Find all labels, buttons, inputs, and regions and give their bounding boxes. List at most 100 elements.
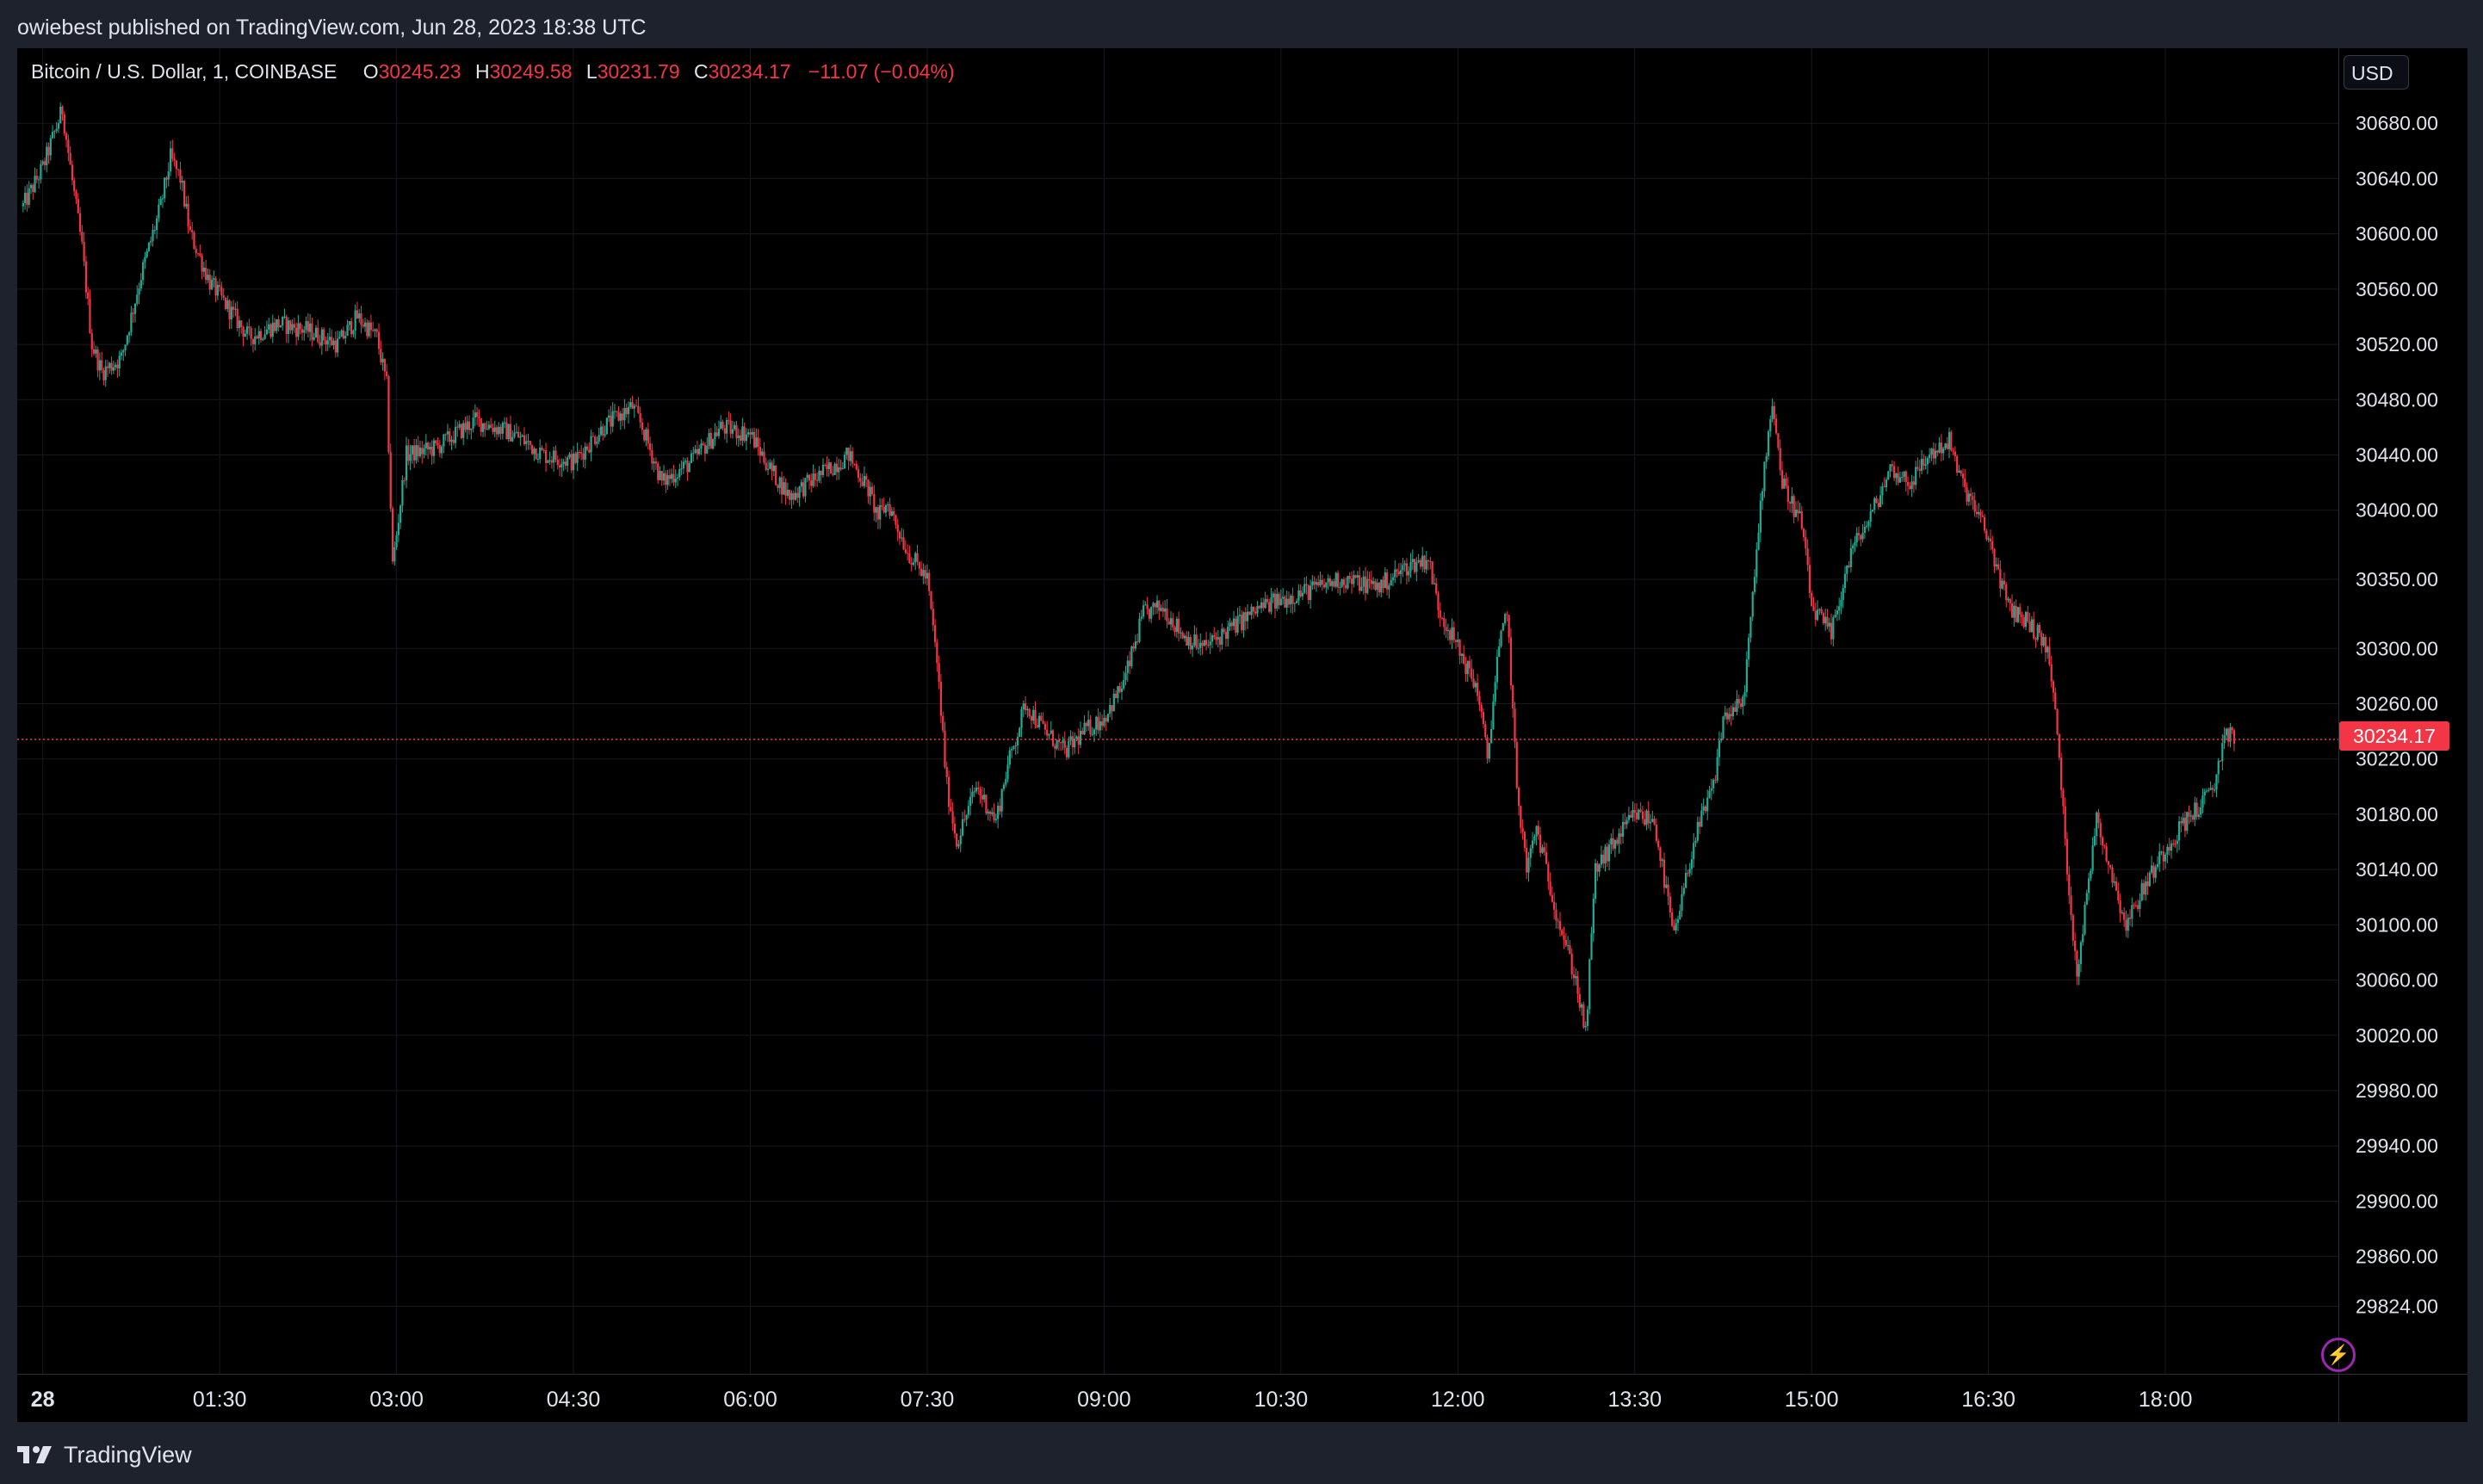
candle-body (1138, 618, 1141, 642)
candle-body (602, 426, 604, 436)
candle-body (476, 412, 479, 417)
currency-button[interactable]: USD (2344, 55, 2409, 90)
candle-body (1471, 668, 1473, 679)
candle-body (164, 177, 166, 199)
candle-body (654, 461, 658, 464)
candle-body (41, 161, 44, 164)
candle-body (309, 323, 312, 332)
candle-body (2027, 611, 2029, 622)
candle-body (29, 184, 33, 189)
candle-body (146, 250, 148, 257)
candle-body (901, 537, 903, 539)
candle-body (2156, 863, 2159, 868)
candle-body (2176, 840, 2178, 844)
candle-body (438, 445, 441, 454)
y-tick-label: 30560.00 (2356, 278, 2438, 300)
candle-body (1940, 442, 1942, 454)
candle-body (1753, 577, 1756, 592)
candle-body (507, 424, 510, 440)
candle-body (346, 325, 349, 337)
candle-body (456, 426, 459, 428)
candle-body (659, 470, 661, 480)
candle-body (2148, 872, 2151, 887)
candle-body (1569, 945, 1571, 954)
candle-body (798, 486, 801, 498)
candle-body (242, 327, 245, 337)
candle-body (1458, 640, 1461, 656)
candle-body (1708, 790, 1711, 798)
candle-body (1299, 590, 1302, 597)
candle-body (317, 327, 319, 343)
candle-body (2070, 895, 2072, 916)
candle-body (1748, 637, 1750, 660)
candle-body (1077, 736, 1080, 745)
candle-body (2170, 843, 2173, 851)
candle-body (1702, 806, 1705, 811)
symbol-name[interactable]: Bitcoin / U.S. Dollar, 1, COINBASE (31, 60, 337, 83)
candle-body (411, 445, 413, 454)
candlestick-chart[interactable]: 30680.00 30640.00 30600.00 30560.00 30520.00… (17, 48, 2468, 1422)
candle-body (812, 473, 814, 486)
x-tick-label: 01:30 (193, 1388, 247, 1412)
candle-body (1503, 614, 1507, 624)
candle-body (1193, 634, 1196, 646)
candle-body (1981, 515, 1984, 517)
candle-body (648, 443, 652, 450)
candle-body (24, 192, 27, 204)
candle-body (778, 477, 781, 488)
candle-body (1301, 592, 1304, 597)
candle-body (1651, 819, 1654, 822)
candle-body (735, 424, 738, 439)
lightning-icon[interactable]: ⚡ (2321, 1338, 2356, 1372)
candle-body (1978, 511, 1980, 515)
candle-body (1091, 734, 1093, 736)
candle-body (1209, 641, 1211, 646)
candle-body (916, 553, 919, 562)
candle-body (879, 505, 882, 520)
candle-body (1843, 573, 1847, 589)
candle-body (1334, 572, 1337, 587)
candle-body (617, 411, 620, 421)
candle-body (671, 473, 673, 479)
candle-body (1720, 738, 1723, 741)
candle-body (796, 492, 799, 498)
candle-body (1802, 529, 1805, 538)
candle-body (1881, 486, 1884, 496)
candle-body (257, 331, 260, 339)
candle-body (269, 324, 272, 337)
candle-body (1464, 663, 1467, 675)
chart-pane[interactable]: 30680.00 30640.00 30600.00 30560.00 30520.00… (17, 48, 2468, 1422)
candle-body (201, 255, 203, 272)
y-tick-label: 30440.00 (2356, 444, 2438, 467)
footer-brand[interactable]: TradingView (64, 1442, 192, 1469)
candle-body (1625, 819, 1628, 825)
candle-body (293, 324, 295, 328)
x-tick-label: 06:00 (723, 1388, 777, 1412)
candle-body (1665, 884, 1668, 888)
candle-body (2203, 791, 2206, 796)
candle-body (893, 510, 895, 516)
candle-body (185, 203, 188, 207)
candle-body (1956, 455, 1959, 473)
candle-body (193, 232, 195, 250)
candle-body (1930, 448, 1933, 455)
open-label: O (362, 60, 379, 83)
candle-body (1863, 526, 1866, 534)
candle-body (1101, 721, 1104, 727)
x-tick-label: 28 (31, 1388, 55, 1412)
candle-body (1333, 581, 1335, 587)
candle-body (1630, 814, 1632, 818)
candle-body (2074, 940, 2077, 951)
candle-body (262, 338, 264, 341)
candle-body (1068, 740, 1070, 757)
candle-body (967, 806, 969, 815)
candle-body (594, 436, 597, 444)
candle-body (1169, 618, 1173, 625)
candle-body (544, 450, 548, 463)
candle-body (914, 553, 917, 563)
candle-body (645, 429, 647, 441)
candle-body (1241, 615, 1243, 631)
candle-body (2050, 664, 2053, 682)
candle-body (393, 547, 396, 562)
candle-body (2127, 918, 2129, 931)
